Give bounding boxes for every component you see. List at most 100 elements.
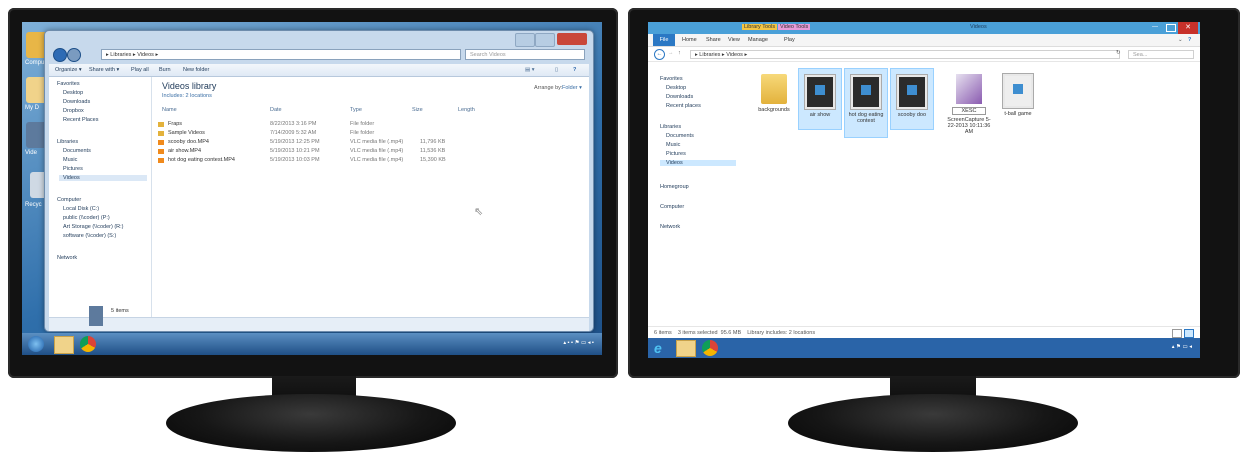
nav-item-recent-places[interactable]: Recent Places bbox=[63, 117, 98, 123]
details-view-icon[interactable] bbox=[1172, 329, 1182, 338]
video-tools-tab[interactable]: Video Tools bbox=[778, 24, 811, 30]
explorer-taskbar-icon[interactable] bbox=[54, 336, 74, 354]
back-button[interactable]: ← bbox=[654, 49, 665, 60]
row-type: VLC media file (.mp4) bbox=[350, 148, 404, 154]
nav-item-desktop[interactable]: Desktop bbox=[666, 85, 686, 91]
share-with-button[interactable]: Share with ▾ bbox=[89, 67, 119, 73]
homegroup-header[interactable]: Homegroup bbox=[660, 184, 689, 190]
back-button[interactable] bbox=[53, 48, 67, 62]
computer-header[interactable]: Computer bbox=[660, 204, 684, 210]
nav-item-downloads[interactable]: Downloads bbox=[666, 94, 693, 100]
nav-item-videos[interactable]: Videos bbox=[59, 175, 147, 181]
nav-item-music[interactable]: Music bbox=[63, 157, 77, 163]
list-item[interactable]: XESC ScreenCapture 5-22-2013 10:11:36 AM bbox=[944, 68, 994, 142]
favorites-header[interactable]: Favorites bbox=[660, 76, 683, 82]
minimize-button[interactable] bbox=[515, 33, 535, 47]
large-icons-view-icon[interactable] bbox=[1184, 329, 1194, 338]
nav-item-software-drive[interactable]: software (\\coder) (S:) bbox=[63, 233, 116, 239]
network-header[interactable]: Network bbox=[660, 224, 680, 230]
libraries-header[interactable]: Libraries bbox=[57, 139, 78, 145]
table-row[interactable]: scooby doo.MP4 5/19/2013 12:25 PM VLC me… bbox=[158, 139, 498, 147]
favorites-header[interactable]: Favorites bbox=[57, 81, 80, 87]
nav-item-desktop[interactable]: Desktop bbox=[63, 90, 83, 96]
list-item[interactable]: backgrounds bbox=[752, 68, 796, 130]
up-button[interactable]: ↑ bbox=[678, 50, 681, 56]
file-icons-pane: backgrounds air show hot dog eating cont… bbox=[748, 62, 1200, 338]
organize-button[interactable]: Organize ▾ bbox=[55, 67, 82, 73]
desktop-icon-label: My D bbox=[25, 105, 39, 111]
list-item[interactable]: air show bbox=[798, 68, 842, 130]
forward-button[interactable]: → bbox=[668, 50, 674, 56]
status-text: 6 items 3 items selected 95.6 MB Library… bbox=[654, 330, 816, 336]
nav-item-pictures[interactable]: Pictures bbox=[666, 151, 686, 157]
minimize-button[interactable]: — bbox=[1152, 24, 1162, 32]
nav-item-videos[interactable]: Videos bbox=[660, 160, 736, 166]
ribbon-expand-icon[interactable]: ⌄ bbox=[1178, 37, 1183, 43]
nav-item-documents[interactable]: Documents bbox=[63, 148, 91, 154]
forward-button[interactable] bbox=[67, 48, 81, 62]
nav-item-local-disk[interactable]: Local Disk (C:) bbox=[63, 206, 99, 212]
nav-item-music[interactable]: Music bbox=[666, 142, 680, 148]
chrome-taskbar-icon[interactable] bbox=[702, 340, 718, 356]
nav-item-downloads[interactable]: Downloads bbox=[63, 99, 90, 105]
library-locations-link[interactable]: Includes: 2 locations bbox=[162, 93, 212, 99]
tab-file[interactable]: File bbox=[653, 34, 675, 46]
tab-manage[interactable]: Manage bbox=[748, 37, 768, 43]
address-bar[interactable]: ▸ Libraries ▸ Videos ▸ bbox=[690, 50, 1120, 59]
column-header-length[interactable]: Length bbox=[458, 107, 475, 113]
table-row[interactable]: Sample Videos 7/14/2009 5:32 AM File fol… bbox=[158, 130, 498, 138]
column-header-size[interactable]: Size bbox=[412, 107, 423, 113]
libraries-header[interactable]: Libraries bbox=[660, 124, 681, 130]
search-input[interactable]: Sea... bbox=[1128, 50, 1194, 59]
table-row[interactable]: hot dog eating contest.MP4 5/19/2013 10:… bbox=[158, 157, 498, 165]
close-button[interactable] bbox=[557, 33, 587, 45]
tab-view[interactable]: View bbox=[728, 37, 740, 43]
computer-header[interactable]: Computer bbox=[57, 197, 81, 203]
tab-play[interactable]: Play bbox=[784, 37, 795, 43]
nav-item-dropbox[interactable]: Dropbox bbox=[63, 108, 84, 114]
column-header-date[interactable]: Date bbox=[270, 107, 282, 113]
maximize-button[interactable] bbox=[535, 33, 555, 47]
help-icon[interactable]: ? bbox=[573, 67, 576, 73]
row-size: 11,536 KB bbox=[420, 148, 446, 154]
nav-item-public-drive[interactable]: public (\\coder) (P:) bbox=[63, 215, 110, 221]
nav-item-pictures[interactable]: Pictures bbox=[63, 166, 83, 172]
new-folder-button[interactable]: New folder bbox=[183, 67, 209, 73]
preview-pane-icon[interactable]: ▯ bbox=[555, 67, 558, 73]
row-date: 5/19/2013 10:21 PM bbox=[270, 148, 320, 154]
arrange-by-dropdown[interactable]: Folder ▾ bbox=[562, 85, 582, 91]
list-item[interactable]: t-ball game bbox=[996, 68, 1040, 130]
row-type: VLC media file (.mp4) bbox=[350, 157, 404, 163]
maximize-button[interactable] bbox=[1166, 24, 1176, 32]
column-header-name[interactable]: Name bbox=[162, 107, 177, 113]
tab-home[interactable]: Home bbox=[682, 37, 697, 43]
explorer-taskbar-icon[interactable] bbox=[676, 340, 696, 357]
library-tools-tab[interactable]: Library Tools bbox=[742, 24, 778, 30]
system-tray-icons[interactable]: ▴ ▪ ▪ ⚑ ▭ ◂ ▪ bbox=[563, 340, 594, 346]
help-icon[interactable]: ? bbox=[1188, 37, 1191, 43]
internet-explorer-taskbar-icon[interactable]: e bbox=[654, 340, 662, 356]
network-header[interactable]: Network bbox=[57, 255, 77, 261]
system-tray-icons[interactable]: ▴ ⚑ ▭ ◂ bbox=[1172, 344, 1192, 350]
column-header-type[interactable]: Type bbox=[350, 107, 362, 113]
list-item[interactable]: hot dog eating contest bbox=[844, 68, 888, 138]
start-button-icon[interactable] bbox=[28, 336, 44, 352]
item-label: hot dog eating contest bbox=[848, 112, 884, 124]
nav-item-recent-places[interactable]: Recent places bbox=[666, 103, 701, 109]
table-row[interactable]: air show.MP4 5/19/2013 10:21 PM VLC medi… bbox=[158, 148, 498, 156]
nav-item-documents[interactable]: Documents bbox=[666, 133, 694, 139]
table-row[interactable]: Fraps 8/22/2013 3:16 PM File folder bbox=[158, 121, 498, 129]
view-options-icon[interactable]: ▤ ▾ bbox=[525, 67, 535, 73]
command-bar: Organize ▾ Share with ▾ Play all Burn Ne… bbox=[49, 64, 589, 77]
tab-share[interactable]: Share bbox=[706, 37, 721, 43]
row-name: air show.MP4 bbox=[168, 148, 202, 154]
nav-item-art-storage[interactable]: Art Storage (\\coder) (R:) bbox=[63, 224, 124, 230]
play-all-button[interactable]: Play all bbox=[131, 67, 149, 73]
chrome-taskbar-icon[interactable] bbox=[80, 336, 96, 352]
search-input[interactable]: Search Videos bbox=[465, 49, 585, 60]
close-button[interactable]: ✕ bbox=[1178, 22, 1198, 34]
burn-button[interactable]: Burn bbox=[159, 67, 171, 73]
list-item[interactable]: scooby doo bbox=[890, 68, 934, 130]
address-bar[interactable]: ▸ Libraries ▸ Videos ▸ bbox=[101, 49, 461, 60]
refresh-icon[interactable]: ↻ bbox=[1116, 50, 1121, 56]
